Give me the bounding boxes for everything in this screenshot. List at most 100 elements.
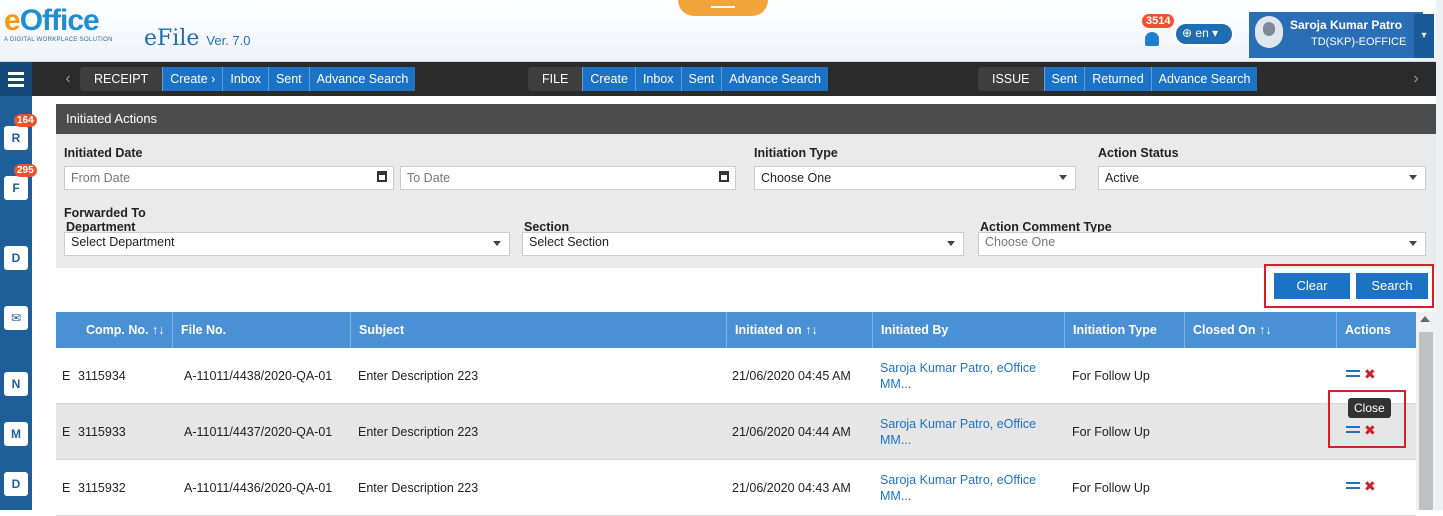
table-row[interactable]: E 3115933 A-11011/4437/2020-QA-01 Enter … — [56, 404, 1416, 460]
table-row[interactable]: E 3115934 A-11011/4438/2020-QA-01 Enter … — [56, 348, 1416, 404]
receipt-count-badge: 164 — [14, 114, 37, 127]
details-list-icon[interactable] — [1346, 482, 1360, 494]
comment-type-value: Choose One — [985, 235, 1056, 249]
page-title: Initiated Actions — [56, 104, 1436, 134]
col-file-no: File No. — [172, 312, 350, 348]
module-navbar: ‹ RECEIPT Create › Inbox Sent Advance Se… — [32, 62, 1436, 96]
details-list-icon[interactable] — [1346, 370, 1360, 382]
subject-cell: Enter Description 223 — [358, 425, 479, 439]
initiated-by-link[interactable]: Saroja Kumar Patro, eOffice MM... — [880, 416, 1060, 450]
nav-left-arrow-icon[interactable]: ‹ — [62, 66, 74, 92]
nav-issue-returned[interactable]: Returned — [1084, 67, 1151, 91]
scroll-up-arrow-icon[interactable] — [1420, 316, 1430, 322]
envelope-icon[interactable]: ✉ — [4, 306, 28, 330]
caret-down-icon — [493, 241, 501, 246]
initiated-on-cell: 21/06/2020 04:44 AM — [732, 425, 851, 439]
file-no-cell[interactable]: A-11011/4437/2020-QA-01 — [184, 404, 332, 460]
section-select[interactable]: Select Section — [522, 232, 964, 256]
user-menu-button[interactable]: ▾ — [1414, 14, 1434, 58]
app-version: Ver. 7.0 — [206, 33, 251, 48]
note-mail-icon[interactable]: N — [4, 372, 28, 396]
close-icon[interactable]: ✖ — [1364, 478, 1376, 495]
nav-issue-sent[interactable]: Sent — [1043, 67, 1085, 91]
file-no-cell[interactable]: A-11011/4436/2020-QA-01 — [184, 460, 332, 516]
col-subject: Subject — [350, 312, 726, 348]
col-closed-on[interactable]: Closed On ↑↓ — [1184, 312, 1336, 348]
clear-button[interactable]: Clear — [1274, 273, 1350, 299]
initiation-type-cell: For Follow Up — [1072, 425, 1150, 439]
initiation-type-cell: For Follow Up — [1072, 481, 1150, 495]
calendar-icon[interactable] — [719, 171, 729, 182]
nav-receipt-advance-search[interactable]: Advance Search — [308, 67, 416, 91]
notification-count-badge: 3514 — [1142, 14, 1175, 28]
caret-down-icon: ▾ — [1421, 30, 1427, 41]
nav-receipt-create[interactable]: Create › — [162, 67, 223, 91]
department-select[interactable]: Select Department — [64, 232, 510, 256]
hamburger-menu-icon[interactable] — [0, 62, 32, 96]
col-initiated-on[interactable]: Initiated on ↑↓ — [726, 312, 872, 348]
nav-issue-head[interactable]: ISSUE — [978, 67, 1044, 91]
bell-icon — [1145, 32, 1159, 46]
initiated-on-cell: 21/06/2020 04:45 AM — [732, 369, 851, 383]
nav-file-head[interactable]: FILE — [528, 67, 583, 91]
nav-file-create[interactable]: Create — [582, 67, 635, 91]
dsc-icon[interactable]: D — [4, 472, 28, 496]
subject-cell: Enter Description 223 — [358, 369, 479, 383]
caret-down-icon — [1059, 175, 1067, 180]
action-status-label: Action Status — [1098, 146, 1179, 160]
row-type: E — [62, 369, 71, 383]
app-name: eFile Ver. 7.0 — [144, 26, 250, 51]
nav-receipt-inbox[interactable]: Inbox — [222, 67, 268, 91]
comment-type-select[interactable]: Choose One — [978, 232, 1426, 256]
caret-down-icon — [1409, 241, 1417, 246]
nav-issue-advance-search[interactable]: Advance Search — [1150, 67, 1258, 91]
to-date-placeholder: To Date — [407, 171, 451, 185]
user-role: TD(SKP)-EOFFICE — [1311, 36, 1407, 48]
col-initiation-type: Initiation Type — [1064, 312, 1184, 348]
nav-file-sent[interactable]: Sent — [680, 67, 722, 91]
initiated-on-cell: 21/06/2020 04:43 AM — [732, 481, 851, 495]
table-row[interactable]: E 3115932 A-11011/4436/2020-QA-01 Enter … — [56, 460, 1416, 516]
subject-cell: Enter Description 223 — [358, 481, 479, 495]
nav-right-arrow-icon[interactable]: › — [1410, 66, 1422, 92]
table-scrollbar[interactable] — [1416, 312, 1436, 510]
file-count-badge: 295 — [14, 164, 37, 177]
initiated-by-link[interactable]: Saroja Kumar Patro, eOffice MM... — [880, 472, 1060, 506]
forwarded-to-label: Forwarded To — [64, 206, 146, 220]
logo-tagline: A DIGITAL WORKPLACE SOLUTION — [4, 37, 113, 43]
user-name: Saroja Kumar Patro — [1290, 18, 1403, 32]
collapse-header-tab[interactable] — [678, 0, 768, 16]
nav-receipt-sent[interactable]: Sent — [267, 67, 309, 91]
dak-mail-icon[interactable]: D — [4, 246, 28, 270]
file-move-icon[interactable]: M — [4, 422, 28, 446]
avatar — [1255, 16, 1283, 48]
initiated-by-link[interactable]: Saroja Kumar Patro, eOffice MM... — [880, 360, 1060, 394]
comp-no-cell: 3115934 — [78, 369, 126, 383]
search-button[interactable]: Search — [1356, 273, 1428, 299]
action-status-select[interactable]: Active — [1098, 166, 1426, 190]
close-icon[interactable]: ✖ — [1364, 366, 1376, 383]
row-type: E — [62, 425, 71, 439]
page-scrollbar[interactable] — [1436, 0, 1443, 510]
initiation-type-select[interactable]: Choose One — [754, 166, 1076, 190]
logo-wordmark: Office — [19, 4, 100, 37]
file-no-cell[interactable]: A-11011/4438/2020-QA-01 — [184, 348, 332, 404]
receipt-module-icon[interactable]: R — [4, 126, 28, 150]
col-initiated-by: Initiated By — [872, 312, 1064, 348]
chevron-down-icon: ▾ — [1212, 26, 1219, 40]
caret-down-icon — [947, 241, 955, 246]
calendar-icon[interactable] — [377, 171, 387, 182]
table-header: Comp. No. ↑↓ File No. Subject Initiated … — [56, 312, 1416, 348]
language-selector[interactable]: ⊕ en ▾ — [1174, 22, 1234, 46]
nav-file-inbox[interactable]: Inbox — [634, 67, 681, 91]
col-comp-no[interactable]: Comp. No. ↑↓ — [78, 312, 172, 348]
nav-file-advance-search[interactable]: Advance Search — [721, 67, 828, 91]
scrollbar-thumb[interactable] — [1419, 332, 1433, 510]
row-type: E — [62, 481, 71, 495]
to-date-input[interactable]: To Date — [400, 166, 736, 190]
from-date-input[interactable]: From Date — [64, 166, 394, 190]
notifications-button[interactable]: 3514 — [1141, 14, 1175, 48]
file-module-icon[interactable]: F — [4, 176, 28, 200]
filter-panel: Initiated Date From Date To Date Initiat… — [56, 134, 1436, 268]
nav-receipt-head[interactable]: RECEIPT — [80, 67, 163, 91]
